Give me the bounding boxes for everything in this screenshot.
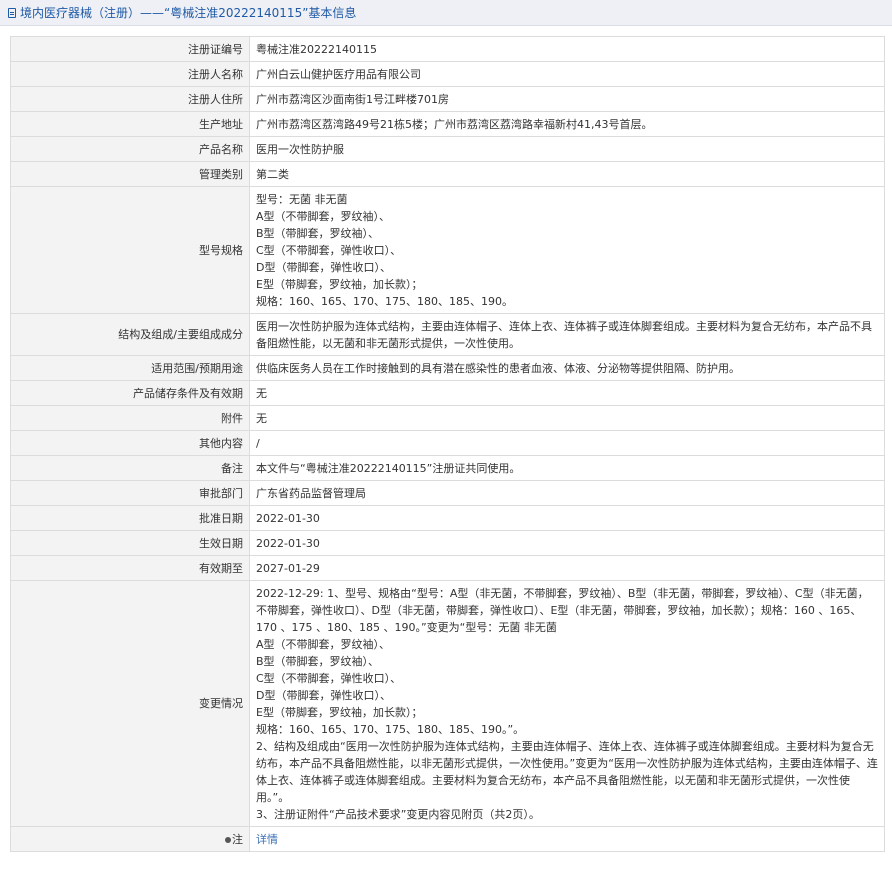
storage-value: 无 bbox=[249, 380, 885, 406]
table-row: 注册人住所 广州市荔湾区沙面南街1号江畔楼701房 bbox=[10, 86, 885, 112]
change-paragraph: 3、注册证附件“产品技术要求”变更内容见附页（共2页）。 bbox=[256, 807, 540, 821]
table-row: 结构及组成/主要组成成分 医用一次性防护服为连体式结构，主要由连体帽子、连体上衣… bbox=[10, 313, 885, 356]
effective-date-value: 2022-01-30 bbox=[249, 530, 885, 556]
structure-value: 医用一次性防护服为连体式结构，主要由连体帽子、连体上衣、连体裤子或连体脚套组成。… bbox=[249, 313, 885, 356]
note-label: 注 bbox=[232, 832, 243, 846]
page-title: 境内医疗器械（注册）——“粤械注准20222140115”基本信息 bbox=[20, 6, 357, 20]
bulb-icon bbox=[225, 836, 231, 843]
model-line: B型（带脚套，罗纹袖）、 bbox=[256, 226, 380, 240]
other-value: / bbox=[249, 430, 885, 456]
row-label: 附件 bbox=[10, 405, 250, 431]
model-line: 型号：无菌 非无菌 bbox=[256, 192, 348, 206]
table-row: 适用范围/预期用途 供临床医务人员在工作时接触到的具有潜在感染性的患者血液、体液… bbox=[10, 355, 885, 381]
attachment-value: 无 bbox=[249, 405, 885, 431]
change-line: E型（带脚套，罗纹袖，加长款）； bbox=[256, 705, 423, 719]
row-label: 备注 bbox=[10, 455, 250, 481]
table-row: 备注 本文件与“粤械注准20222140115”注册证共同使用。 bbox=[10, 455, 885, 481]
expiry-value: 2027-01-29 bbox=[249, 555, 885, 581]
row-label: 生产地址 bbox=[10, 111, 250, 137]
change-line: B型（带脚套，罗纹袖）、 bbox=[256, 654, 380, 668]
row-label: 生效日期 bbox=[10, 530, 250, 556]
row-label: 其他内容 bbox=[10, 430, 250, 456]
change-line: A型（不带脚套，罗纹袖）、 bbox=[256, 637, 391, 651]
row-label: 批准日期 bbox=[10, 505, 250, 531]
row-label: 变更情况 bbox=[10, 580, 250, 827]
table-row: 产品储存条件及有效期 无 bbox=[10, 380, 885, 406]
table-row: 变更情况 2022-12-29: 1、型号、规格由“型号：A型（非无菌，不带脚套… bbox=[10, 580, 885, 827]
details-link[interactable]: 详情 bbox=[256, 833, 278, 846]
changes-value: 2022-12-29: 1、型号、规格由“型号：A型（非无菌，不带脚套，罗纹袖）… bbox=[249, 580, 885, 827]
product-name-value: 医用一次性防护服 bbox=[249, 136, 885, 162]
table-row: 其他内容 / bbox=[10, 430, 885, 456]
note-label-cell: 注 bbox=[10, 826, 250, 852]
model-line: C型（不带脚套，弹性收口）、 bbox=[256, 243, 402, 257]
info-table: 注册证编号 粤械注准20222140115 注册人名称 广州白云山健护医疗用品有… bbox=[10, 36, 885, 852]
table-row: 管理类别 第二类 bbox=[10, 161, 885, 187]
production-address-value: 广州市荔湾区荔湾路49号21栋5楼；广州市荔湾区荔湾路幸福新村41,43号首层。 bbox=[249, 111, 885, 137]
model-line: D型（带脚套，弹性收口）、 bbox=[256, 260, 391, 274]
residence-value: 广州市荔湾区沙面南街1号江畔楼701房 bbox=[249, 86, 885, 112]
table-row: 注 详情 bbox=[10, 826, 885, 852]
table-row: 注册人名称 广州白云山健护医疗用品有限公司 bbox=[10, 61, 885, 87]
table-row: 审批部门 广东省药品监督管理局 bbox=[10, 480, 885, 506]
change-paragraph: 2022-12-29: 1、型号、规格由“型号：A型（非无菌，不带脚套，罗纹袖）… bbox=[256, 586, 869, 634]
scope-value: 供临床医务人员在工作时接触到的具有潜在感染性的患者血液、体液、分泌物等提供阻隔、… bbox=[249, 355, 885, 381]
change-paragraph: 2、结构及组成由“医用一次性防护服为连体式结构，主要由连体帽子、连体上衣、连体裤… bbox=[256, 739, 878, 804]
row-label: 产品储存条件及有效期 bbox=[10, 380, 250, 406]
change-line: 规格：160、165、170、175、180、185、190。”。 bbox=[256, 722, 525, 736]
table-row: 附件 无 bbox=[10, 405, 885, 431]
model-line: A型（不带脚套，罗纹袖）、 bbox=[256, 209, 391, 223]
row-label: 产品名称 bbox=[10, 136, 250, 162]
model-spec-value: 型号：无菌 非无菌 A型（不带脚套，罗纹袖）、 B型（带脚套，罗纹袖）、 C型（… bbox=[249, 186, 885, 314]
change-line: D型（带脚套，弹性收口）、 bbox=[256, 688, 391, 702]
document-icon bbox=[8, 7, 16, 18]
row-label: 管理类别 bbox=[10, 161, 250, 187]
row-label: 注册人名称 bbox=[10, 61, 250, 87]
table-row: 注册证编号 粤械注准20222140115 bbox=[10, 36, 885, 62]
row-label: 适用范围/预期用途 bbox=[10, 355, 250, 381]
page-header: 境内医疗器械（注册）——“粤械注准20222140115”基本信息 bbox=[0, 0, 892, 26]
row-label: 型号规格 bbox=[10, 186, 250, 314]
dept-value: 广东省药品监督管理局 bbox=[249, 480, 885, 506]
row-label: 注册证编号 bbox=[10, 36, 250, 62]
table-row: 批准日期 2022-01-30 bbox=[10, 505, 885, 531]
note-value-cell: 详情 bbox=[249, 826, 885, 852]
table-row: 生效日期 2022-01-30 bbox=[10, 530, 885, 556]
category-value: 第二类 bbox=[249, 161, 885, 187]
model-line: E型（带脚套，罗纹袖，加长款）； bbox=[256, 277, 423, 291]
registrant-value: 广州白云山健护医疗用品有限公司 bbox=[249, 61, 885, 87]
remark-value: 本文件与“粤械注准20222140115”注册证共同使用。 bbox=[249, 455, 885, 481]
table-row: 生产地址 广州市荔湾区荔湾路49号21栋5楼；广州市荔湾区荔湾路幸福新村41,4… bbox=[10, 111, 885, 137]
model-line: 规格：160、165、170、175、180、185、190。 bbox=[256, 294, 513, 308]
table-row: 产品名称 医用一次性防护服 bbox=[10, 136, 885, 162]
reg-no-value: 粤械注准20222140115 bbox=[249, 36, 885, 62]
table-row: 型号规格 型号：无菌 非无菌 A型（不带脚套，罗纹袖）、 B型（带脚套，罗纹袖）… bbox=[10, 186, 885, 314]
row-label: 有效期至 bbox=[10, 555, 250, 581]
change-line: C型（不带脚套，弹性收口）、 bbox=[256, 671, 402, 685]
table-row: 有效期至 2027-01-29 bbox=[10, 555, 885, 581]
row-label: 注册人住所 bbox=[10, 86, 250, 112]
row-label: 审批部门 bbox=[10, 480, 250, 506]
approval-date-value: 2022-01-30 bbox=[249, 505, 885, 531]
row-label: 结构及组成/主要组成成分 bbox=[10, 313, 250, 356]
